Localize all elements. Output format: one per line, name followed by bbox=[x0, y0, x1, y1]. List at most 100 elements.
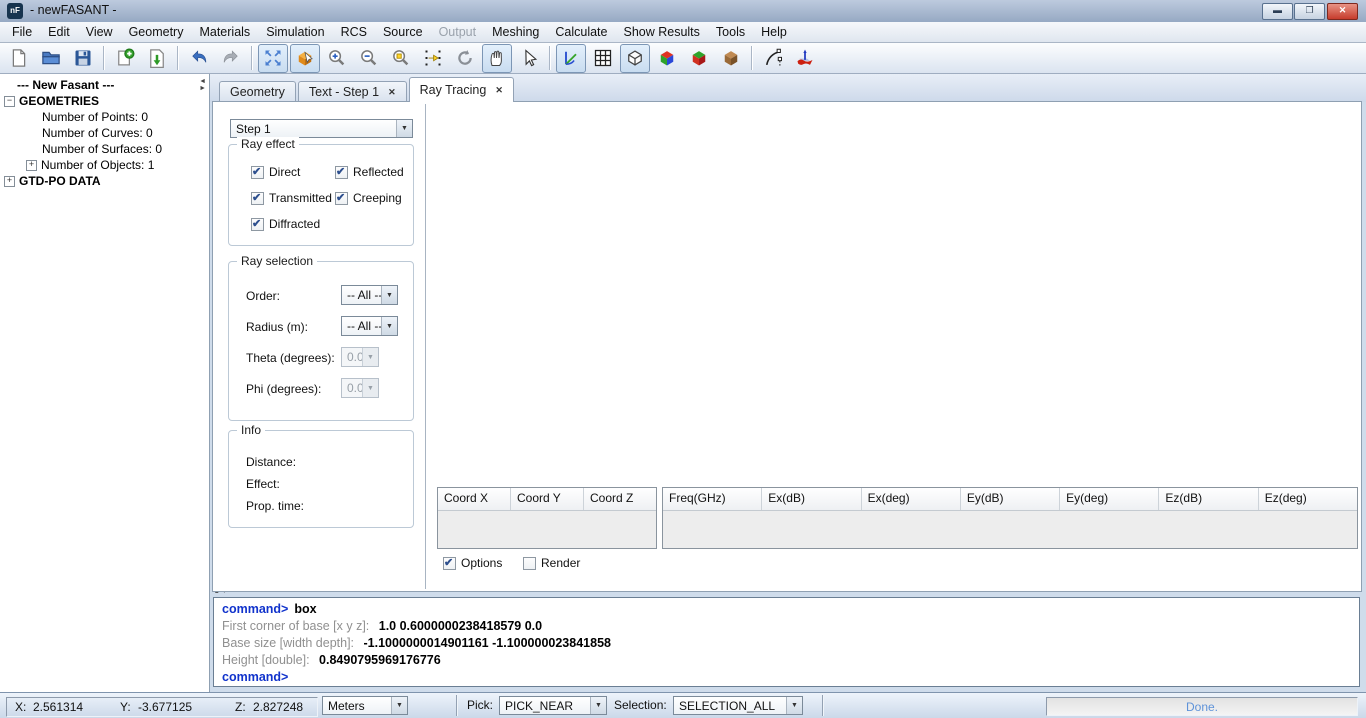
options-checkbox[interactable]: Options bbox=[443, 556, 502, 570]
checkbox-box[interactable] bbox=[251, 192, 264, 205]
select-object-button[interactable] bbox=[290, 44, 320, 73]
save-button[interactable] bbox=[68, 44, 98, 73]
restore-button[interactable]: ❐ bbox=[1294, 3, 1325, 20]
import-file-button[interactable] bbox=[142, 44, 172, 73]
menu-item-simulation[interactable]: Simulation bbox=[258, 22, 332, 42]
fit-view-icon bbox=[263, 48, 283, 68]
checkbox-box[interactable] bbox=[251, 166, 264, 179]
combo-radius-m[interactable]: -- All --▼ bbox=[341, 316, 398, 336]
command-console[interactable]: command>boxFirst corner of base [x y z]:… bbox=[213, 597, 1360, 687]
column-header-ey-db[interactable]: Ey(dB) bbox=[961, 488, 1060, 510]
field-table[interactable]: Freq(GHz)Ex(dB)Ex(deg)Ey(dB)Ey(deg)Ez(dB… bbox=[662, 487, 1358, 549]
menu-item-rcs[interactable]: RCS bbox=[333, 22, 375, 42]
column-header-coord-y[interactable]: Coord Y bbox=[511, 488, 584, 510]
textured-view-button[interactable] bbox=[716, 44, 746, 73]
tree-item-geometries[interactable]: −GEOMETRIES bbox=[4, 93, 209, 109]
column-header-ex-deg[interactable]: Ex(deg) bbox=[862, 488, 961, 510]
tree-item-gtd-po-data[interactable]: +GTD-PO DATA bbox=[4, 173, 209, 189]
checkbox-transmitted[interactable]: Transmitted bbox=[251, 191, 332, 205]
combo-order[interactable]: -- All --▼ bbox=[341, 285, 398, 305]
checkbox-box[interactable] bbox=[523, 557, 536, 570]
zoom-in-button[interactable] bbox=[322, 44, 352, 73]
menu-item-meshing[interactable]: Meshing bbox=[484, 22, 547, 42]
coords-table-header: Coord XCoord YCoord Z bbox=[438, 488, 656, 511]
chevron-down-icon: ▼ bbox=[381, 317, 397, 335]
tab-geometry[interactable]: Geometry bbox=[219, 81, 296, 102]
chevron-down-icon: ▼ bbox=[381, 286, 397, 304]
tab-close-icon[interactable]: ✕ bbox=[388, 82, 396, 102]
tabs: GeometryText - Step 1✕Ray Tracing✕ bbox=[219, 77, 516, 102]
solid-view-button[interactable] bbox=[652, 44, 682, 73]
checkbox-box[interactable] bbox=[251, 218, 264, 231]
render-checkbox[interactable]: Render bbox=[523, 556, 580, 570]
chevron-down-icon: ▼ bbox=[391, 697, 407, 714]
menu-item-file[interactable]: File bbox=[4, 22, 40, 42]
cursor-select-button[interactable] bbox=[514, 44, 544, 73]
tree-expander-expand-icon[interactable]: + bbox=[26, 160, 37, 171]
column-header-freq-ghz[interactable]: Freq(GHz) bbox=[663, 488, 762, 510]
menu-item-materials[interactable]: Materials bbox=[191, 22, 258, 42]
menu-item-output[interactable]: Output bbox=[431, 22, 485, 42]
rotate-view-button[interactable] bbox=[450, 44, 480, 73]
column-header-coord-z[interactable]: Coord Z bbox=[584, 488, 656, 510]
selection-selector[interactable]: SELECTION_ALL ▼ bbox=[673, 696, 803, 715]
column-header-ez-deg[interactable]: Ez(deg) bbox=[1259, 488, 1357, 510]
menu-item-tools[interactable]: Tools bbox=[708, 22, 753, 42]
minimize-button[interactable]: ▬ bbox=[1262, 3, 1293, 20]
tree-expander-collapse-icon[interactable]: − bbox=[4, 96, 15, 107]
tab-text-step-1[interactable]: Text - Step 1✕ bbox=[298, 81, 407, 102]
zoom-window-button[interactable] bbox=[386, 44, 416, 73]
info-field-effect: Effect: bbox=[246, 477, 280, 491]
tree-expander-expand-icon[interactable]: + bbox=[4, 176, 15, 187]
tab-ray-tracing[interactable]: Ray Tracing✕ bbox=[409, 77, 514, 102]
checkbox-box[interactable] bbox=[335, 192, 348, 205]
menu-item-source[interactable]: Source bbox=[375, 22, 431, 42]
tree-item-number-of-points-0[interactable]: Number of Points: 0 bbox=[4, 109, 209, 125]
menu-item-view[interactable]: View bbox=[78, 22, 121, 42]
pan-hand-button[interactable] bbox=[482, 44, 512, 73]
grid-view-button[interactable] bbox=[588, 44, 618, 73]
checkbox-reflected[interactable]: Reflected bbox=[335, 165, 404, 179]
tab-close-icon[interactable]: ✕ bbox=[495, 80, 503, 100]
tree-item-number-of-curves-0[interactable]: Number of Curves: 0 bbox=[4, 125, 209, 141]
step-selector[interactable]: Step 1 ▼ bbox=[230, 119, 413, 138]
checkbox-creeping[interactable]: Creeping bbox=[335, 191, 402, 205]
menu-item-edit[interactable]: Edit bbox=[40, 22, 78, 42]
close-button[interactable]: ✕ bbox=[1327, 3, 1358, 20]
axes-view-button[interactable] bbox=[556, 44, 586, 73]
tree-item-number-of-surfaces-0[interactable]: Number of Surfaces: 0 bbox=[4, 141, 209, 157]
open-folder-button[interactable] bbox=[36, 44, 66, 73]
pick-selector[interactable]: PICK_NEAR ▼ bbox=[499, 696, 607, 715]
source-antenna-button[interactable] bbox=[790, 44, 820, 73]
menu-item-help[interactable]: Help bbox=[753, 22, 795, 42]
console-io-label: Base size [width depth]: bbox=[222, 636, 358, 650]
units-selector[interactable]: Meters ▼ bbox=[322, 696, 408, 715]
new-file-icon bbox=[9, 48, 29, 68]
move-step-button[interactable] bbox=[418, 44, 448, 73]
column-header-ey-deg[interactable]: Ey(deg) bbox=[1060, 488, 1159, 510]
undo-button[interactable] bbox=[184, 44, 214, 73]
tree-item-number-of-objects-1[interactable]: +Number of Objects: 1 bbox=[4, 157, 209, 173]
menu-item-calculate[interactable]: Calculate bbox=[547, 22, 615, 42]
wireframe-view-button[interactable] bbox=[620, 44, 650, 73]
checkbox-direct[interactable]: Direct bbox=[251, 165, 300, 179]
coords-table[interactable]: Coord XCoord YCoord Z bbox=[437, 487, 657, 549]
menu-item-show-results[interactable]: Show Results bbox=[615, 22, 707, 42]
fit-view-button[interactable] bbox=[258, 44, 288, 73]
ray-arc-button[interactable] bbox=[758, 44, 788, 73]
add-geometry-button[interactable] bbox=[110, 44, 140, 73]
column-header-ez-db[interactable]: Ez(dB) bbox=[1159, 488, 1258, 510]
menu-item-geometry[interactable]: Geometry bbox=[121, 22, 192, 42]
new-file-button[interactable] bbox=[4, 44, 34, 73]
checkbox-box[interactable] bbox=[443, 557, 456, 570]
flat-view-button[interactable] bbox=[684, 44, 714, 73]
checkbox-box[interactable] bbox=[335, 166, 348, 179]
redo-button[interactable] bbox=[216, 44, 246, 73]
tree-item-label: Number of Points: 0 bbox=[42, 109, 148, 125]
zoom-out-button[interactable] bbox=[354, 44, 384, 73]
splitter-collapse-icon[interactable]: ◄► bbox=[199, 78, 207, 92]
column-header-coord-x[interactable]: Coord X bbox=[438, 488, 511, 510]
tree-item-new-fasant[interactable]: --- New Fasant --- bbox=[4, 77, 209, 93]
column-header-ex-db[interactable]: Ex(dB) bbox=[762, 488, 861, 510]
checkbox-diffracted[interactable]: Diffracted bbox=[251, 217, 320, 231]
